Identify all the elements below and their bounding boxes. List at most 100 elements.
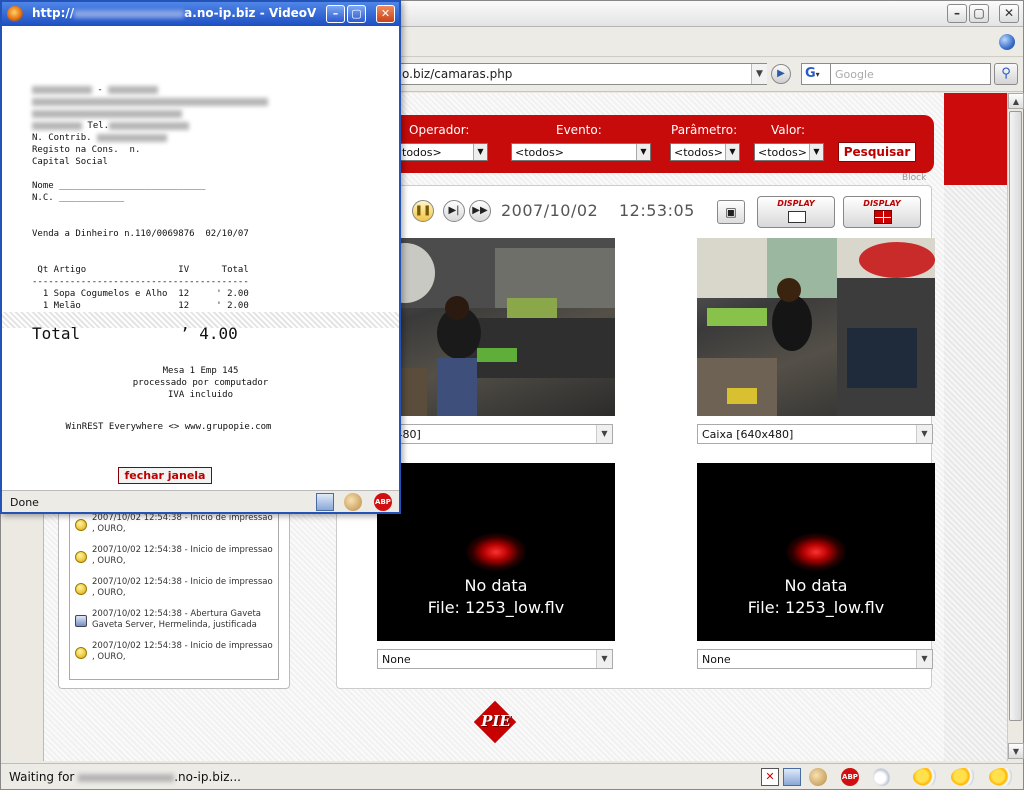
coin-icon	[75, 551, 87, 563]
scrollbar-thumb[interactable]	[1009, 111, 1022, 721]
camera-3-select-value: None	[382, 653, 411, 666]
log-item[interactable]: 2007/10/02 12:54:38 - Abertura Gaveta Ga…	[70, 609, 278, 641]
valor-select[interactable]: <todos> ▼	[754, 143, 824, 161]
log-item[interactable]: 2007/10/02 12:54:38 - Inicio de impressa…	[70, 641, 278, 673]
receipt-capital-line: Capital Social	[32, 157, 108, 167]
log-item-line2: , OURO,	[92, 588, 126, 598]
log-item[interactable]: 2007/10/02 12:54:38 - Inicio de impressa…	[70, 545, 278, 577]
receipt-item-row: 1 Sopa Cogumelos e Alho 12 ' 2.00	[32, 289, 249, 299]
page-scrollbar[interactable]: ▲ ▼	[1007, 93, 1024, 761]
address-history-dropdown[interactable]: ▼	[751, 64, 767, 84]
popup-title-prefix: http://	[32, 6, 75, 20]
camera-2-video[interactable]	[697, 238, 935, 416]
pie-logo: PIE	[472, 700, 520, 744]
chevron-down-icon: ▼	[809, 144, 823, 160]
scroll-up-arrow-icon[interactable]: ▲	[1008, 93, 1024, 109]
scroll-down-arrow-icon[interactable]: ▼	[1008, 743, 1024, 759]
chevron-down-icon: ▼	[916, 650, 932, 668]
receipt-item-row: 1 Melão 12 ' 2.00	[32, 301, 249, 311]
log-item-line2: Gaveta Server, Hermelinda, justificada	[92, 620, 257, 630]
popup-close-button[interactable]: ✕	[376, 5, 395, 23]
quad-view-icon	[874, 210, 892, 224]
filter-bar: Operador: Evento: Parâmetro: Valor: todo…	[334, 115, 934, 173]
playback-date: 2007/10/02	[501, 201, 599, 220]
camera-3-select[interactable]: None ▼	[377, 649, 613, 669]
save-button[interactable]: ▣	[717, 200, 745, 224]
search-input[interactable]: Google	[831, 63, 991, 85]
parametro-select[interactable]: <todos> ▼	[670, 143, 740, 161]
operador-select[interactable]: todos> ▼	[398, 143, 488, 161]
camera-4-select[interactable]: None ▼	[697, 649, 933, 669]
floppy-icon: ▣	[725, 205, 737, 219]
receipt-contrib-label: N. Contrib.	[32, 133, 92, 143]
status-text: Waiting for .no-ip.biz...	[9, 770, 241, 784]
hand-icon[interactable]	[344, 493, 362, 511]
event-log-list[interactable]: 2007/10/02 12:54:38 - Inicio de impressa…	[69, 512, 279, 680]
pesquisar-button[interactable]: Pesquisar	[838, 142, 916, 162]
evento-select[interactable]: <todos> ▼	[511, 143, 651, 161]
fast-forward-button[interactable]: ▶▶	[469, 200, 491, 222]
status-prefix: Waiting for	[9, 770, 79, 784]
single-view-icon	[788, 211, 806, 223]
display-quad-button[interactable]: DISPLAY	[843, 196, 921, 228]
cloud-weather-icon[interactable]	[873, 768, 891, 786]
minimize-button[interactable]: –	[947, 4, 967, 23]
evento-select-value: <todos>	[515, 146, 564, 159]
camera-3-video[interactable]: No data File: 1253_low.flv	[377, 463, 615, 641]
windows-icon[interactable]	[783, 768, 801, 786]
coin-icon	[75, 647, 87, 659]
search-button[interactable]: ⚲	[994, 63, 1018, 85]
camera-1-select[interactable]: 0x480] ▼	[377, 424, 613, 444]
receipt-contrib-line: N. Contrib.	[32, 132, 268, 144]
maximize-button[interactable]: ▢	[969, 4, 989, 23]
log-item-line2: , OURO,	[92, 652, 126, 662]
log-item-line1: 2007/10/02 12:54:38 - Inicio de impressa…	[92, 545, 273, 555]
log-scrollbar[interactable]: ▼	[278, 513, 279, 680]
camera-panel: ❚❚ ▶| ▶▶ 2007/10/02 12:53:05 ▣ DISPLAY D…	[336, 185, 935, 689]
camera-4-select-value: None	[702, 653, 731, 666]
log-item[interactable]: 2007/10/02 12:54:38 - Inicio de impressa…	[70, 577, 278, 609]
go-button[interactable]: ▶	[771, 64, 791, 84]
camera-1-video[interactable]	[377, 238, 615, 416]
valor-select-value: <todos>	[758, 146, 807, 159]
receipt-body: - Tel. N. Contrib. Registo na Cons. n. Cap…	[32, 84, 268, 324]
partly-sunny-icon[interactable]	[951, 768, 977, 786]
camera-4-video[interactable]: No data File: 1253_low.flv	[697, 463, 935, 641]
log-item-line2: , OURO,	[92, 524, 126, 534]
chevron-down-icon: ▼	[596, 650, 612, 668]
step-forward-button[interactable]: ▶|	[443, 200, 465, 222]
popup-minimize-button[interactable]: –	[326, 5, 345, 23]
receipt-tel-label: Tel.	[87, 121, 110, 131]
playback-time[interactable]: 12:53:05	[619, 201, 695, 220]
receipt-nc-line: N.C. ____________	[32, 193, 125, 203]
log-item[interactable]: 2007/10/02 12:54:38 - Inicio de impressa…	[70, 513, 278, 545]
magnifier-icon: ⚲	[1001, 66, 1011, 81]
adblock-icon[interactable]: ABP	[374, 493, 392, 511]
popup-titlebar: http:// a.no-ip.biz - VideoV – ▢ ✕	[2, 2, 399, 26]
windows-icon[interactable]	[316, 493, 334, 511]
evento-label: Evento:	[556, 123, 602, 137]
partly-sunny-icon[interactable]	[989, 768, 1015, 786]
no-signal-glow	[786, 533, 846, 571]
popup-maximize-button[interactable]: ▢	[347, 5, 366, 23]
coin-icon	[75, 519, 87, 531]
search-engine-selector[interactable]: G▾	[801, 63, 831, 85]
close-button[interactable]: ✕	[999, 4, 1019, 23]
partly-sunny-icon[interactable]	[913, 768, 939, 786]
player-controls: ❚❚ ▶| ▶▶ 2007/10/02 12:53:05 ▣ DISPLAY D…	[337, 186, 933, 232]
receipt-total-value: ’ 4.00	[180, 324, 238, 343]
camera-2-select[interactable]: Caixa [640x480] ▼	[697, 424, 933, 444]
hand-icon[interactable]	[809, 768, 827, 786]
receipt-address-line	[32, 108, 268, 120]
adblock-icon[interactable]: ABP	[841, 768, 859, 786]
receipt-footer-mesa: Mesa 1 Emp 145	[162, 366, 239, 376]
valor-label: Valor:	[771, 123, 806, 137]
google-icon: G	[805, 66, 816, 81]
throbber-globe-icon	[999, 34, 1015, 50]
stop-icon[interactable]: ✕	[761, 768, 779, 786]
display-single-button[interactable]: DISPLAY	[757, 196, 835, 228]
pause-button[interactable]: ❚❚	[412, 200, 434, 222]
log-item-line2: , OURO,	[92, 556, 126, 566]
logo-text: PIE	[481, 712, 511, 730]
fechar-janela-button[interactable]: fechar janela	[118, 467, 212, 484]
